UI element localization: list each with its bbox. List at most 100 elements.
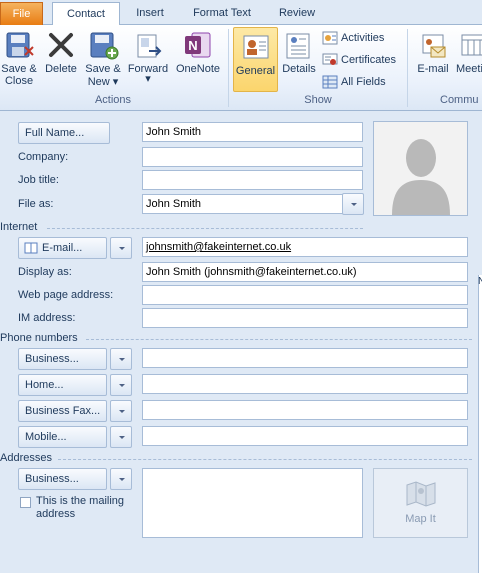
details-button[interactable]: Details	[280, 29, 318, 75]
onenote-label: OneNote	[175, 63, 221, 75]
phone-home-field[interactable]	[142, 374, 468, 394]
phone-section-divider	[86, 339, 472, 340]
display-as-label: Display as:	[18, 266, 72, 278]
phone-home-button[interactable]: Home...	[18, 374, 107, 396]
certificates-icon	[322, 53, 338, 65]
ribbon-tab-bar: File Contact Insert Format Text Review	[0, 0, 482, 26]
email-contact-icon	[422, 34, 446, 58]
save-close-label-1: Save &	[1, 63, 37, 75]
save-close-icon	[6, 32, 34, 58]
email-type-dropdown[interactable]	[110, 237, 132, 259]
phone-mobile-field[interactable]	[142, 426, 468, 446]
activities-button[interactable]: Activities	[322, 31, 384, 45]
file-as-dropdown-button[interactable]	[342, 193, 364, 215]
web-page-field[interactable]	[142, 285, 468, 305]
all-fields-button[interactable]: All Fields	[322, 75, 386, 89]
tab-format-text[interactable]: Format Text	[183, 2, 261, 25]
save-new-icon	[90, 32, 119, 60]
email-field-button-label: E-mail...	[42, 242, 83, 254]
person-silhouette-icon	[374, 122, 467, 215]
display-as-field[interactable]: John Smith (johnsmith@fakeinternet.co.uk…	[142, 262, 468, 282]
email-field-button[interactable]: E-mail...	[18, 237, 107, 259]
notes-panel-edge	[478, 275, 482, 573]
all-fields-label: All Fields	[341, 75, 386, 88]
tab-insert[interactable]: Insert	[125, 2, 175, 25]
details-icon	[286, 33, 310, 59]
forward-button[interactable]: Forward ▾	[125, 29, 171, 85]
delete-button[interactable]: Delete	[42, 29, 80, 75]
all-fields-icon	[322, 75, 338, 89]
meeting-label: Meeti	[456, 63, 482, 75]
save-new-button[interactable]: Save & New ▾	[83, 29, 123, 88]
address-book-icon	[24, 242, 38, 254]
phone-business-fax-field[interactable]	[142, 400, 468, 420]
address-field[interactable]	[142, 468, 363, 538]
company-label: Company:	[18, 151, 69, 163]
map-it-button[interactable]: Map It	[373, 468, 468, 538]
group-label-actions: Actions	[94, 94, 132, 106]
general-label: General	[235, 65, 276, 77]
phone-mobile-dropdown[interactable]	[110, 426, 132, 448]
group-label-communicate: Commu	[440, 94, 479, 106]
delete-label: Delete	[45, 63, 77, 75]
web-page-label: Web page address:	[18, 289, 114, 301]
contact-photo[interactable]	[373, 121, 468, 216]
certificates-button[interactable]: Certificates	[322, 53, 396, 67]
save-new-label-2: New ▾	[87, 76, 119, 88]
full-name-field[interactable]: John Smith	[142, 122, 363, 142]
onenote-icon: N	[185, 32, 211, 58]
file-as-label: File as:	[18, 198, 54, 210]
email-button[interactable]: E-mail	[413, 29, 453, 75]
group-label-show: Show	[304, 94, 332, 106]
mailing-address-label-line-1: This is the mailing	[36, 495, 125, 507]
details-label: Details	[282, 63, 316, 75]
svg-text:N: N	[188, 38, 197, 53]
certificates-label: Certificates	[341, 53, 397, 66]
ribbon: Save & Close Delete Save & New ▾ Forward…	[0, 25, 482, 111]
job-title-label: Job title:	[18, 174, 59, 186]
phone-mobile-button[interactable]: Mobile...	[18, 426, 107, 448]
phone-business-button[interactable]: Business...	[18, 348, 107, 370]
phone-business-field[interactable]	[142, 348, 468, 368]
address-type-dropdown[interactable]	[110, 468, 132, 490]
mailing-address-label-line-2: address	[36, 508, 76, 520]
save-new-label-1: Save &	[85, 63, 121, 75]
tab-file[interactable]: File	[0, 2, 43, 25]
general-button[interactable]: General	[233, 27, 278, 92]
tab-review[interactable]: Review	[270, 2, 324, 25]
im-address-label: IM address:	[18, 312, 76, 324]
company-field[interactable]	[142, 147, 363, 167]
tab-contact[interactable]: Contact	[52, 2, 120, 26]
mailing-address-label: This is the mailing address	[36, 495, 124, 521]
file-as-select[interactable]: John Smith	[142, 194, 343, 214]
forward-icon	[137, 34, 162, 58]
meeting-icon	[461, 34, 482, 56]
email-field[interactable]: johnsmith@fakeinternet.co.uk	[142, 237, 468, 257]
address-business-button[interactable]: Business...	[18, 468, 107, 490]
email-ribbon-label: E-mail	[417, 63, 449, 75]
map-icon	[406, 481, 435, 507]
internet-section-divider	[47, 228, 363, 229]
onenote-button[interactable]: N OneNote	[173, 29, 223, 75]
addresses-section-label: Addresses	[0, 452, 52, 464]
meeting-button[interactable]: Meeti	[454, 29, 482, 75]
activities-label: Activities	[341, 31, 385, 44]
save-close-label-2: Close	[4, 75, 34, 87]
addresses-section-divider	[58, 459, 472, 460]
internet-section-label: Internet	[0, 221, 38, 233]
im-address-field[interactable]	[142, 308, 468, 328]
phone-business-fax-dropdown[interactable]	[110, 400, 132, 422]
job-title-field[interactable]	[142, 170, 363, 190]
general-icon	[243, 35, 268, 59]
save-close-button[interactable]: Save & Close	[0, 29, 38, 87]
full-name-button[interactable]: Full Name...	[18, 122, 110, 144]
phone-business-fax-button[interactable]: Business Fax...	[18, 400, 107, 422]
ribbon-group-separator	[228, 29, 229, 107]
phone-home-dropdown[interactable]	[110, 374, 132, 396]
mailing-address-checkbox[interactable]	[20, 497, 31, 508]
map-it-label: Map It	[405, 513, 436, 525]
notes-panel-letter: N	[478, 276, 482, 287]
delete-icon	[49, 33, 73, 57]
ribbon-group-separator	[407, 29, 408, 107]
phone-business-dropdown[interactable]	[110, 348, 132, 370]
